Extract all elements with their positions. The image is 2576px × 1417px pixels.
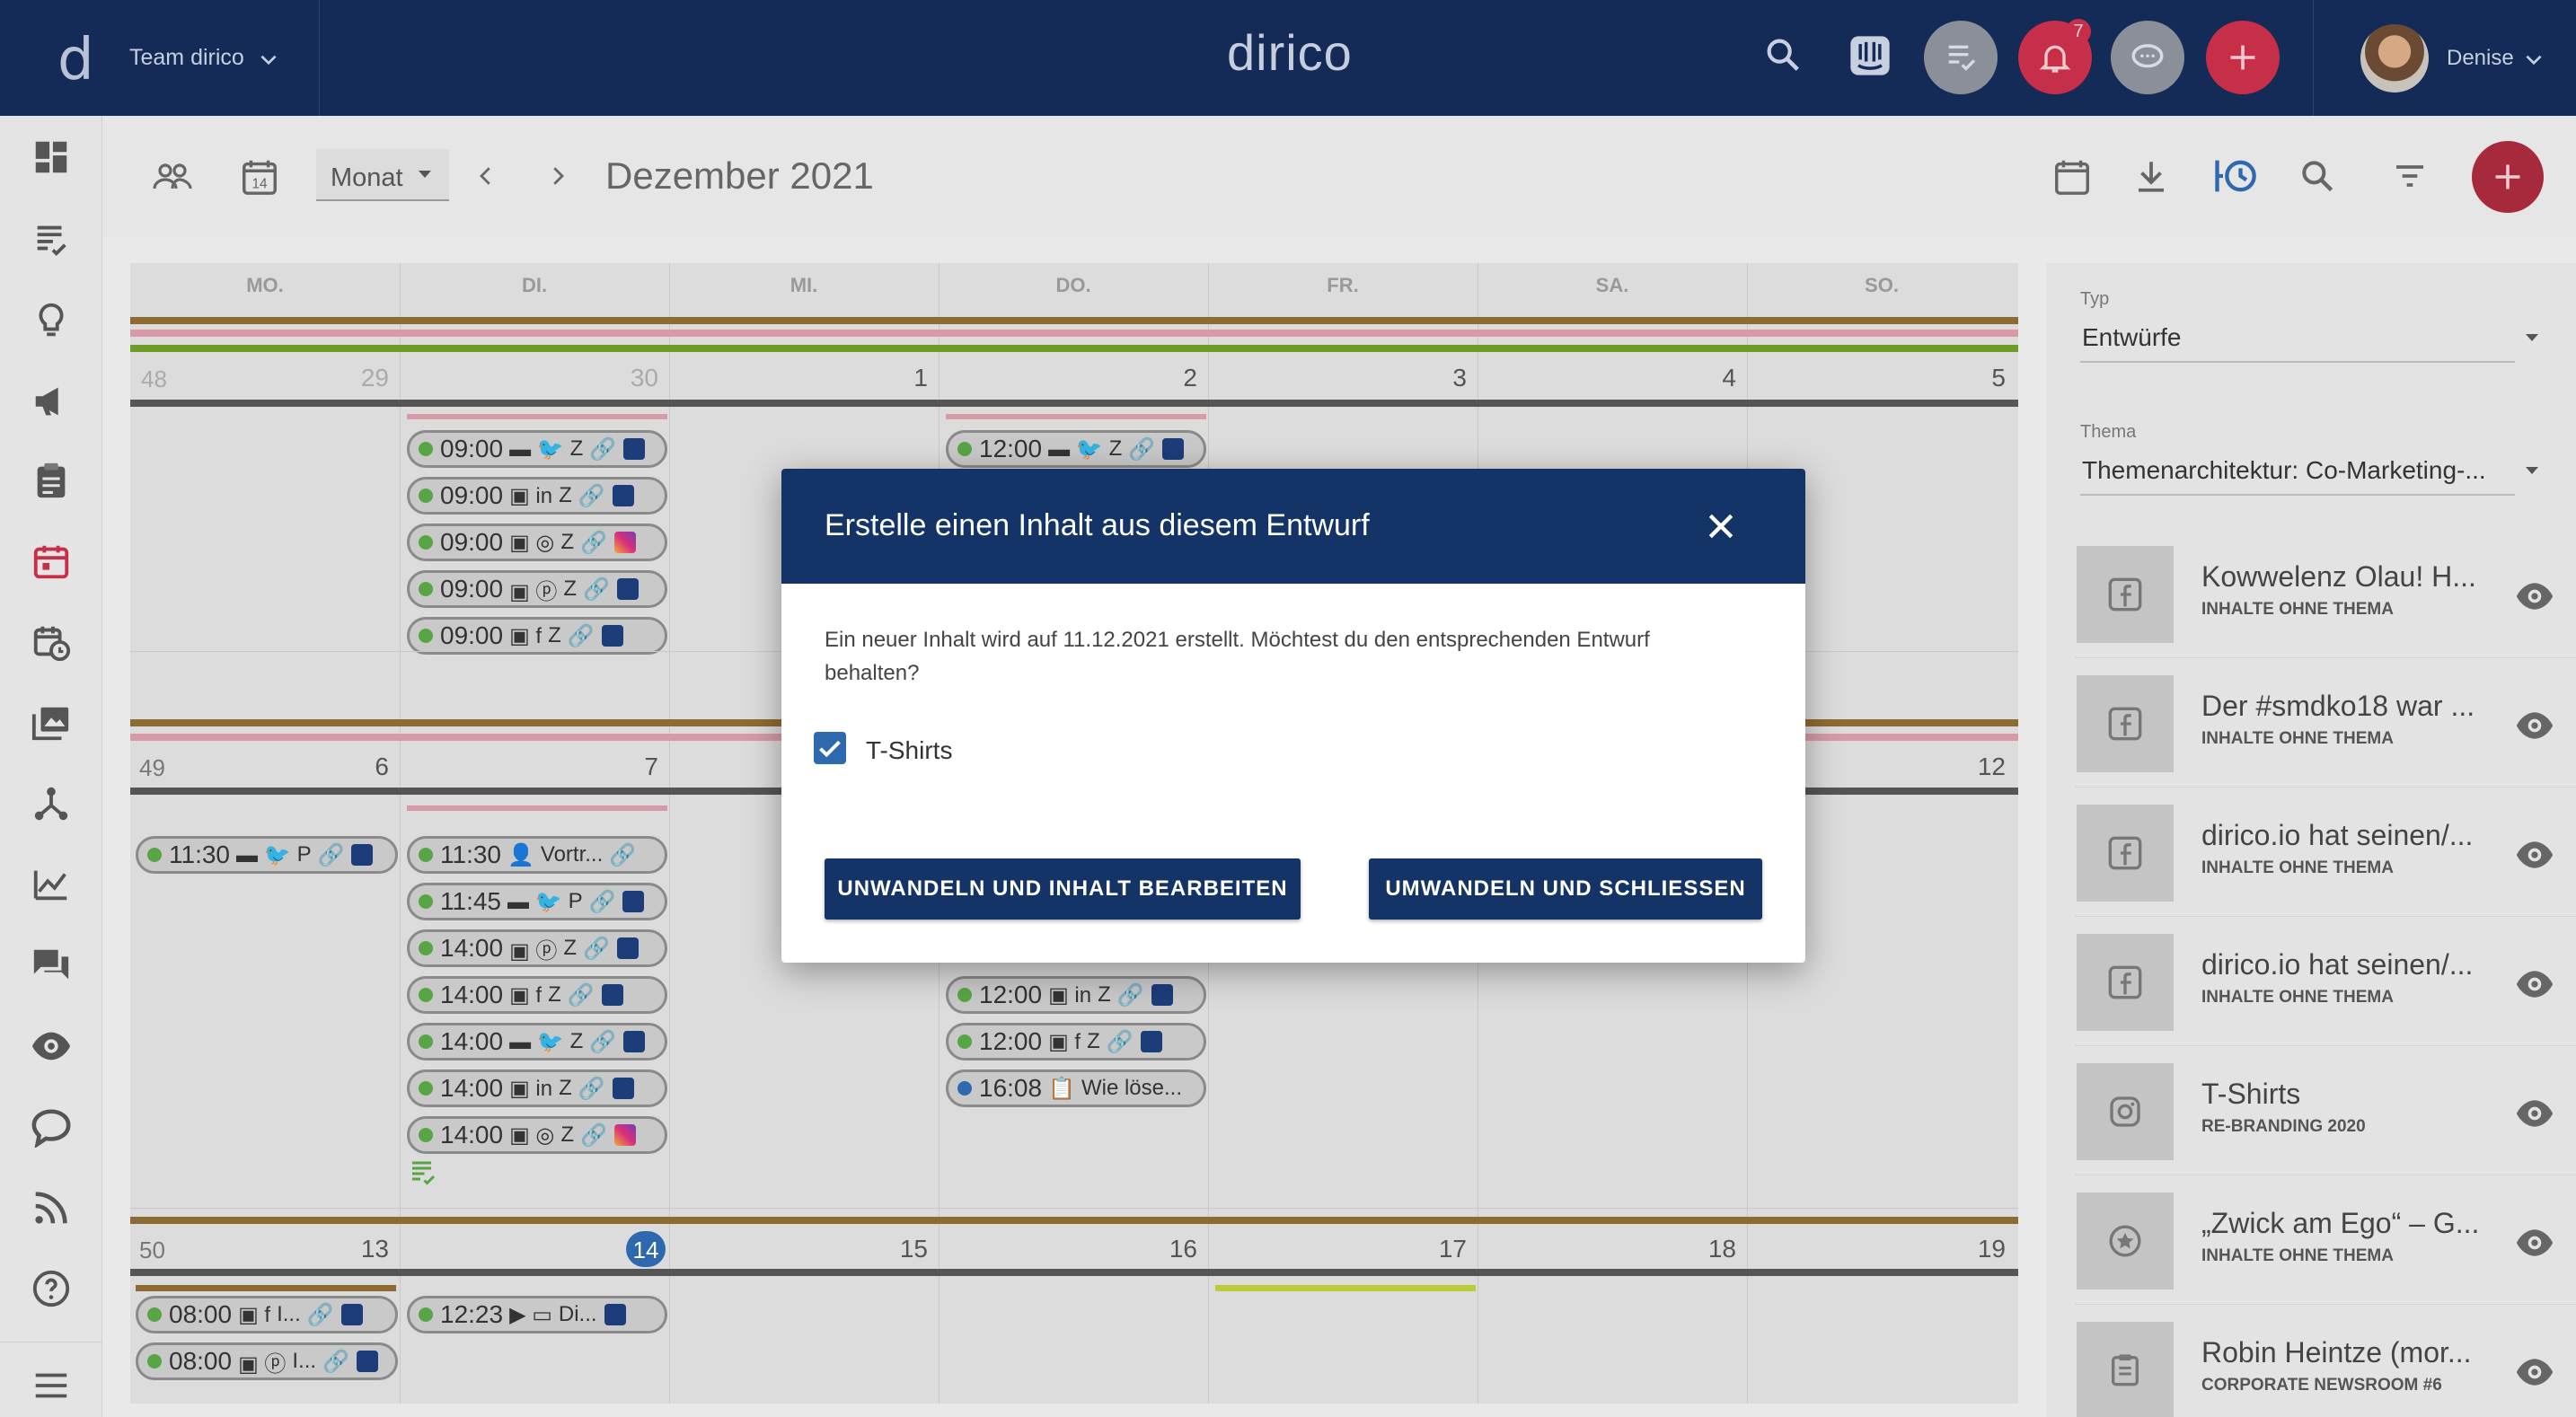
dialog-title: Erstelle einen Inhalt aus diesem Entwurf: [825, 508, 1370, 542]
convert-and-edit-button[interactable]: UNWANDELN UND INHALT BEARBEITEN: [825, 858, 1301, 920]
convert-and-close-button[interactable]: UMWANDELN UND SCHLIESSEN: [1369, 858, 1762, 920]
dialog-message: Ein neuer Inhalt wird auf 11.12.2021 ers…: [825, 628, 1650, 685]
convert-draft-dialog: Erstelle einen Inhalt aus diesem Entwurf…: [781, 469, 1805, 963]
keep-draft-checkbox[interactable]: [814, 732, 846, 764]
checkmark-icon: [819, 740, 841, 758]
checkbox-label[interactable]: T-Shirts: [866, 736, 952, 765]
close-icon[interactable]: [1703, 508, 1739, 544]
